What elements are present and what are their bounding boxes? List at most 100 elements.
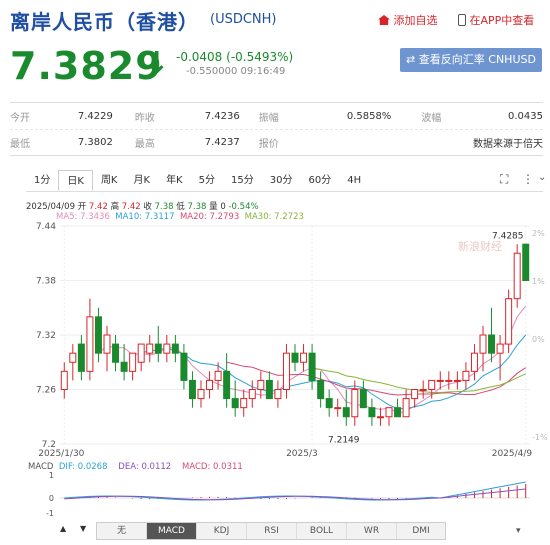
candle-body (394, 407, 402, 418)
house-icon (378, 15, 390, 25)
stat-label: 今开 (10, 112, 30, 124)
candle-body (488, 334, 496, 354)
ma-legend: MA5: 7.3436 MA10: 7.3117 MA20: 7.2793 MA… (56, 212, 304, 222)
candle-body (334, 407, 342, 410)
tab-weekly[interactable]: 周K (93, 170, 126, 191)
candle-body (265, 379, 273, 400)
reverse-rate-button[interactable]: ⇄ 查看反向汇率 CNHUSD (400, 48, 542, 72)
ma20-label: MA20: 7.2793 (179, 212, 240, 222)
candle-body (171, 343, 179, 354)
ohlc-high: 7.42 (121, 202, 141, 212)
candle-body (342, 407, 350, 418)
pct-tick-label: 1% (532, 277, 545, 286)
tab-30min[interactable]: 30分 (262, 170, 301, 191)
candle-body (274, 389, 282, 400)
tab-yearly[interactable]: 年K (158, 170, 191, 191)
price-change: -0.0408 (-0.5493%) (176, 50, 294, 64)
tab-1min[interactable]: 1分 (26, 170, 58, 191)
indicator-wr[interactable]: WR (347, 523, 397, 539)
ma5-label: MA5: 7.3436 (56, 212, 110, 222)
pct-tick-label: 2% (532, 229, 545, 238)
candle-body (94, 316, 102, 354)
indicator-tabs: 无 MACD KDJ RSI BOLL WR DMI (96, 522, 446, 540)
indicator-rsi[interactable]: RSI (247, 523, 297, 539)
candle-body (479, 334, 487, 354)
page-title: 离岸人民币（香港） (10, 10, 199, 34)
x-tick-label: 2025/3 (286, 449, 318, 459)
indicator-kdj[interactable]: KDJ (197, 523, 247, 539)
candle-body (231, 398, 239, 409)
min-price-label: 7.2149 (328, 435, 360, 445)
candle-body (154, 343, 162, 354)
indicator-boll[interactable]: BOLL (297, 523, 347, 539)
indicator-macd[interactable]: MACD (147, 523, 197, 539)
candle-body (470, 352, 478, 372)
scroll-right-icon[interactable]: ▼ (80, 524, 86, 533)
tab-60min[interactable]: 60分 (300, 170, 339, 191)
stat-label: 昨收 (134, 112, 155, 124)
add-watchlist-button[interactable]: 添加自选 (378, 12, 438, 28)
ohlc-open: 7.42 (88, 202, 108, 212)
y-tick-label: 7.32 (36, 331, 56, 341)
candle-body (368, 407, 376, 418)
open-in-app-button[interactable]: 在APP中查看 (458, 12, 534, 28)
macd-tick-label: 0 (49, 494, 54, 503)
current-price: 7.3829 (10, 44, 163, 88)
stats-row: 最低 7.3802 最高 7.4237 报价 数据来源于倍天 (10, 129, 543, 155)
ohlc-low: 7.38 (187, 202, 207, 212)
fullscreen-icon[interactable]: ⛶ (500, 172, 508, 187)
candle-body (248, 389, 256, 400)
tab-monthly[interactable]: 月K (126, 170, 159, 191)
stat-label: 波幅 (421, 112, 442, 124)
candle-body (180, 352, 188, 381)
scroll-left-icon[interactable]: ▲ (60, 524, 66, 533)
symbol-code: (USDCNH) (210, 12, 277, 27)
tab-4h[interactable]: 4H (339, 170, 369, 191)
candle-body (402, 398, 410, 418)
candle-body (325, 398, 333, 409)
candle-body (77, 343, 85, 372)
open-in-app-label: 在APP中查看 (469, 14, 535, 27)
period-tabs: 1分 日K 周K 月K 年K 5分 15分 30分 60分 4H (26, 170, 543, 192)
data-source: 数据来源于倍天 (473, 139, 543, 150)
candle-body (282, 352, 290, 391)
pct-tick-label: 0% (532, 335, 545, 344)
ohlc-close: 7.38 (154, 202, 174, 212)
macd-chart: 1 0 -1 (46, 472, 530, 518)
indicator-dmi[interactable]: DMI (397, 523, 445, 539)
tab-5min[interactable]: 5分 (191, 170, 223, 191)
candle-body (240, 398, 248, 409)
candle-body (188, 379, 196, 400)
candle-body (120, 361, 128, 372)
tab-15min[interactable]: 15分 (223, 170, 262, 191)
chevron-down-icon[interactable]: ⌄ (538, 172, 546, 183)
candle-body (103, 334, 111, 354)
candle-body (223, 370, 231, 400)
y-tick-label: 7.44 (36, 222, 56, 232)
candle-body (197, 389, 205, 400)
candle-body (428, 379, 436, 391)
indicator-none[interactable]: 无 (97, 523, 147, 539)
macd-tick-label: 1 (49, 472, 54, 480)
candle-body (385, 407, 393, 418)
candle-body (146, 343, 154, 354)
pct-tick-label: -1% (532, 433, 548, 442)
ohlc-date: 2025/04/09 (26, 202, 75, 212)
candle-body (522, 243, 530, 281)
y-tick-label: 7.26 (36, 386, 56, 396)
candle-body (436, 379, 444, 382)
price-subchange: -0.550000 09:16:49 (186, 66, 286, 77)
candle-body (163, 343, 171, 354)
candle-body (419, 389, 427, 391)
add-watchlist-label: 添加自选 (393, 14, 438, 27)
candle-body (317, 379, 325, 400)
macd-legend: MACD DIF: 0.0268 DEA: 0.0112 MACD: 0.031… (28, 462, 243, 472)
tab-daily[interactable]: 日K (58, 170, 93, 191)
macd-tick-label: -1 (46, 509, 54, 518)
candle-body (69, 352, 77, 363)
candle-body (453, 379, 461, 382)
more-icon[interactable]: ⋮ (522, 172, 534, 186)
indicator-settings-icon[interactable]: ▾ (516, 526, 521, 536)
candle-body (505, 298, 513, 345)
candle-body (496, 343, 504, 354)
